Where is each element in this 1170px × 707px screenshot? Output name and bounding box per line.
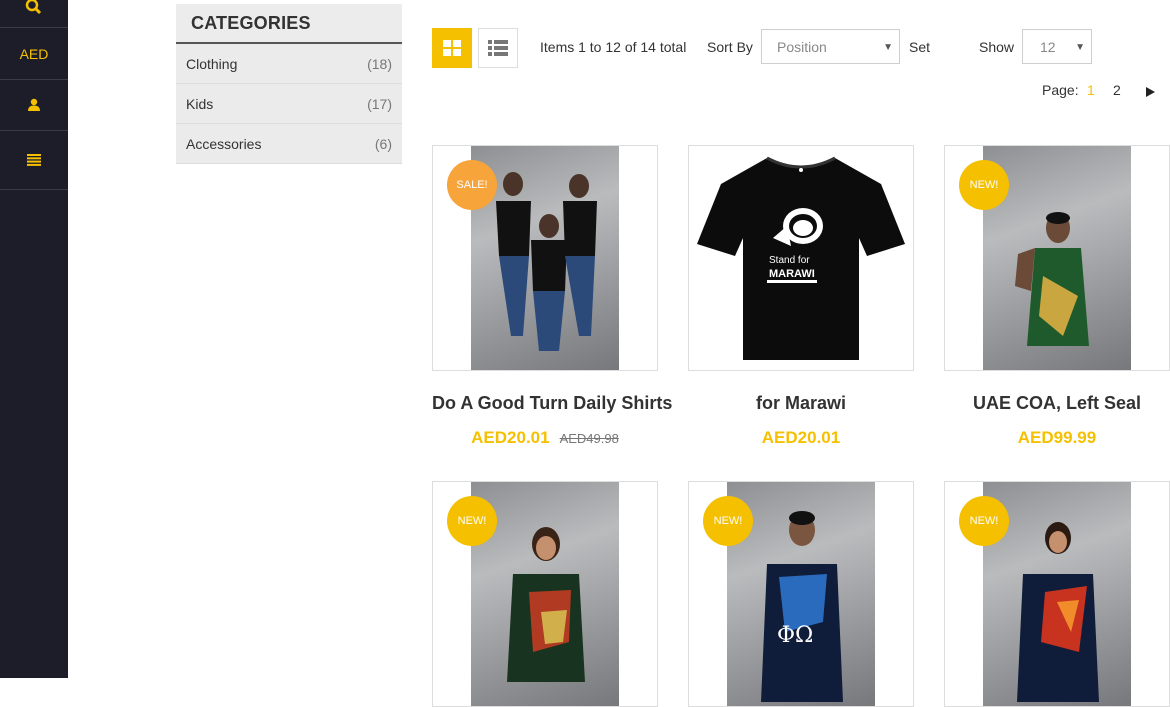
- list-icon: [488, 40, 508, 56]
- tshirt-print-line2: MARAWI: [769, 268, 815, 280]
- product-name[interactable]: for Marawi: [688, 393, 914, 414]
- sale-badge: SALE!: [447, 160, 497, 210]
- product-name[interactable]: Do A Good Turn Daily Shirts: [432, 393, 672, 414]
- categories-panel: CATEGORIES Clothing (18) Kids (17) Acces…: [176, 4, 402, 164]
- chevron-down-icon: ▼: [1075, 42, 1085, 53]
- product-card[interactable]: SALE! Do A Good Turn Daily Shirts AED20.…: [432, 145, 672, 448]
- user-icon: [28, 98, 40, 111]
- product-card[interactable]: NEW!: [944, 481, 1170, 707]
- show-limit-value: 12: [1040, 38, 1056, 55]
- page-link-2[interactable]: 2: [1113, 82, 1121, 98]
- product-image[interactable]: Stand for MARAWI: [688, 145, 914, 371]
- category-count: (17): [367, 95, 392, 112]
- category-label: Kids: [186, 95, 214, 112]
- new-badge: NEW!: [703, 496, 753, 546]
- tshirt-print-line1: Stand for: [769, 255, 810, 266]
- special-price: AED20.01: [471, 428, 550, 447]
- menu-button[interactable]: [0, 131, 68, 190]
- sort-by-value: Position: [777, 38, 827, 55]
- sort-by-select[interactable]: Position ▼: [761, 29, 900, 64]
- search-button[interactable]: [0, 0, 68, 28]
- show-label: Show: [979, 39, 1015, 55]
- chevron-down-icon: ▼: [883, 42, 893, 53]
- left-rail: AED: [0, 0, 68, 678]
- currency-switcher[interactable]: AED: [0, 28, 68, 80]
- product-card[interactable]: NEW! ΦΩ: [688, 481, 914, 707]
- category-count: (18): [367, 55, 392, 72]
- page-current: 1: [1087, 82, 1095, 98]
- product-image[interactable]: NEW!: [432, 481, 658, 707]
- product-price: AED99.99: [944, 428, 1170, 448]
- special-price: AED99.99: [1017, 428, 1097, 447]
- product-image[interactable]: NEW!: [944, 481, 1170, 707]
- product-card[interactable]: NEW! UAE COA, Left Seal AED99.99: [944, 145, 1170, 448]
- menu-icon: [27, 154, 41, 166]
- set-direction-link[interactable]: Set: [909, 39, 930, 55]
- sort-by-label: Sort By: [707, 39, 753, 55]
- product-name[interactable]: UAE COA, Left Seal: [944, 393, 1170, 414]
- special-price: AED20.01: [761, 428, 841, 447]
- product-price: AED20.01 AED49.98: [432, 428, 658, 448]
- svg-text:ΦΩ: ΦΩ: [777, 623, 813, 648]
- list-view-button[interactable]: [478, 28, 518, 68]
- next-arrow-icon: [1146, 87, 1155, 97]
- category-item-accessories[interactable]: Accessories (6): [176, 124, 402, 164]
- categories-title: CATEGORIES: [176, 4, 402, 44]
- product-price: AED20.01: [688, 428, 914, 448]
- new-badge: NEW!: [959, 160, 1009, 210]
- account-button[interactable]: [0, 80, 68, 131]
- product-image[interactable]: NEW!: [944, 145, 1170, 371]
- category-item-kids[interactable]: Kids (17): [176, 84, 402, 124]
- new-badge: NEW!: [447, 496, 497, 546]
- old-price: AED49.98: [559, 431, 619, 446]
- product-image[interactable]: NEW! ΦΩ: [688, 481, 914, 707]
- next-page-button[interactable]: [1146, 84, 1155, 100]
- grid-view-button[interactable]: [432, 28, 472, 68]
- category-label: Clothing: [186, 55, 238, 72]
- page-label: Page:: [1042, 82, 1079, 98]
- category-item-clothing[interactable]: Clothing (18): [176, 44, 402, 84]
- product-image[interactable]: SALE!: [432, 145, 658, 371]
- product-card[interactable]: NEW!: [432, 481, 658, 707]
- new-badge: NEW!: [959, 496, 1009, 546]
- items-count-text: Items 1 to 12 of 14 total: [540, 39, 687, 55]
- show-limit-select[interactable]: 12 ▼: [1022, 29, 1092, 64]
- grid-icon: [443, 40, 461, 56]
- product-card[interactable]: Stand for MARAWI for Marawi AED20.01: [688, 145, 914, 448]
- search-icon: [25, 0, 42, 14]
- category-label: Accessories: [186, 135, 262, 152]
- currency-label: AED: [19, 45, 49, 62]
- tshirt-illustration: Stand for MARAWI: [697, 156, 905, 360]
- category-count: (6): [374, 135, 392, 152]
